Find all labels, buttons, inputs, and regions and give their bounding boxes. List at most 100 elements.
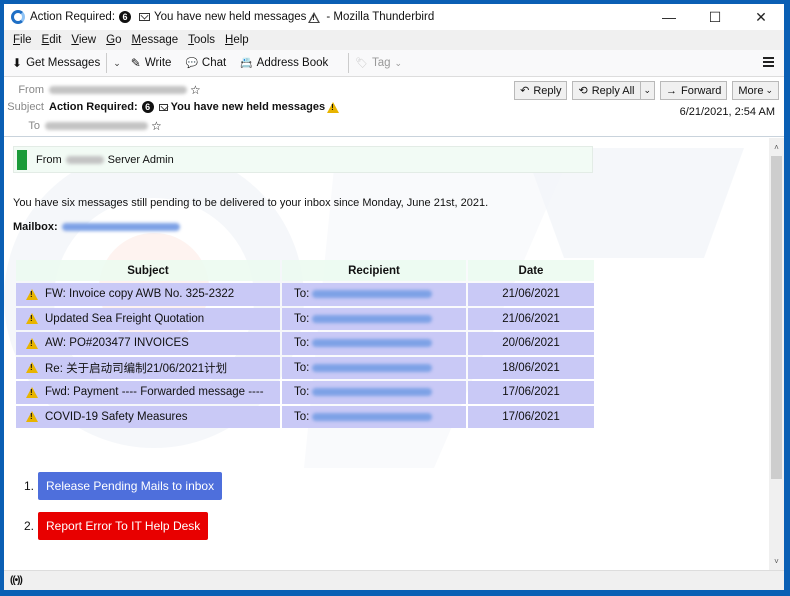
- warning-icon: [26, 362, 38, 374]
- mailbox-address-redacted[interactable]: [61, 223, 180, 231]
- title-prefix: Action Required:: [30, 11, 116, 23]
- warning-icon: [327, 101, 340, 113]
- reply-all-icon: ⟲: [578, 85, 588, 97]
- recipient-cell: To:: [282, 381, 466, 404]
- more-button[interactable]: More ⌄: [732, 81, 779, 100]
- reply-button[interactable]: ↶ Reply: [514, 81, 568, 100]
- envelope-icon: [158, 103, 168, 111]
- table-row: Re: 关于启动司编制21/06/2021计划 To: 18/06/2021: [16, 356, 594, 379]
- subject-cell: FW: Invoice copy AWB No. 325-2322: [16, 283, 280, 306]
- more-label: More: [738, 84, 764, 97]
- mailbox-label: Mailbox:: [13, 221, 58, 233]
- to-label: To:: [294, 312, 310, 325]
- write-button[interactable]: ✎ Write: [131, 56, 172, 70]
- tag-button[interactable]: 🏷 Tag ⌄: [355, 57, 402, 69]
- status-bar: ((•)): [4, 570, 784, 590]
- recipient-address-redacted: [312, 388, 433, 397]
- sender-banner-text: From Server Admin: [36, 154, 174, 166]
- minimize-button[interactable]: —: [646, 4, 692, 30]
- get-messages-label: Get Messages: [26, 57, 101, 69]
- write-label: Write: [144, 57, 172, 69]
- recipient-address-redacted: [312, 412, 433, 421]
- menu-label: o: [115, 34, 122, 46]
- title-suffix: - Mozilla Thunderbird: [326, 11, 435, 23]
- menu-message[interactable]: Message: [126, 34, 183, 46]
- date-cell: 18/06/2021: [468, 356, 594, 379]
- recipient-address-redacted[interactable]: [45, 122, 148, 130]
- subject-cell: COVID-19 Safety Measures: [16, 405, 280, 428]
- column-header-date: Date: [468, 260, 594, 281]
- reply-all-group: ⟲ Reply All ⌄: [572, 81, 656, 100]
- window-title: Action Required: 6 You have new held mes…: [30, 11, 435, 24]
- menu-label: ile: [20, 34, 32, 46]
- action-item: 1. Release Pending Mails to inbox: [4, 472, 223, 500]
- vertical-scrollbar[interactable]: ˄ ˅: [769, 138, 784, 570]
- chevron-down-icon: ⌄: [765, 85, 773, 95]
- message-action-buttons: ↶ Reply ⟲ Reply All ⌄ → Forward More ⌄: [514, 81, 779, 100]
- address-book-button[interactable]: 📇 Address Book: [240, 57, 328, 69]
- tag-icon: 🏷: [355, 57, 368, 69]
- date-cell: 17/06/2021: [468, 381, 594, 404]
- mailbox-line: Mailbox:: [13, 221, 180, 233]
- online-status-icon[interactable]: ((•)): [10, 575, 23, 586]
- reply-icon: ↶: [520, 85, 530, 97]
- scrollbar-thumb[interactable]: [771, 156, 782, 479]
- menu-label: ools: [193, 34, 216, 46]
- maximize-button[interactable]: ☐: [692, 4, 738, 30]
- sender-domain-redacted: [65, 155, 104, 164]
- subject-text: FW: Invoice copy AWB No. 325-2322: [45, 288, 235, 301]
- close-button[interactable]: ✕: [738, 4, 784, 30]
- star-icon[interactable]: ☆: [151, 119, 162, 133]
- date-cell: 17/06/2021: [468, 405, 594, 428]
- sender-address-redacted[interactable]: [49, 86, 187, 94]
- tag-dropdown-icon: ⌄: [394, 57, 403, 68]
- menu-go[interactable]: Go: [101, 34, 126, 46]
- recipient-address-redacted: [312, 290, 433, 299]
- menu-label: dit: [49, 34, 62, 46]
- reply-all-dropdown-icon[interactable]: ⌄: [640, 81, 656, 100]
- app-menu-hamburger-icon[interactable]: [763, 56, 774, 68]
- main-toolbar: ⬇ Get Messages ⌄ ✎ Write 💬 Chat 📇 Addres…: [4, 50, 784, 77]
- star-icon[interactable]: ☆: [190, 83, 201, 97]
- forward-label: Forward: [681, 84, 722, 97]
- menu-view[interactable]: View: [66, 34, 101, 46]
- scroll-down-arrow-icon[interactable]: ˅: [769, 554, 784, 568]
- column-header-subject: Subject: [16, 260, 280, 281]
- to-label: To:: [294, 361, 310, 374]
- menu-edit[interactable]: Edit: [37, 34, 67, 46]
- get-messages-button[interactable]: ⬇ Get Messages: [12, 56, 100, 70]
- to-label: To:: [294, 410, 310, 423]
- table-row: Fwd: Payment ---- Forwarded message ----…: [16, 381, 594, 404]
- scroll-up-arrow-icon[interactable]: ˄: [769, 140, 784, 154]
- message-body: From Server Admin You have six messages …: [4, 138, 769, 570]
- thunderbird-window: Action Required: 6 You have new held mes…: [4, 4, 784, 590]
- from-label: From: [18, 84, 44, 96]
- menu-file[interactable]: File: [8, 34, 37, 46]
- chat-button[interactable]: 💬 Chat: [185, 57, 226, 69]
- get-messages-dropdown-icon[interactable]: ⌄: [113, 58, 121, 69]
- subject-label: Subject: [7, 101, 44, 113]
- subject-cell: AW: PO#203477 INVOICES: [16, 332, 280, 355]
- toolbar-divider: [348, 53, 350, 73]
- message-date: 6/21/2021, 2:54 AM: [679, 106, 775, 118]
- chat-label: Chat: [201, 57, 227, 69]
- menu-tools[interactable]: Tools: [183, 34, 220, 46]
- subject-text: AW: PO#203477 INVOICES: [45, 337, 189, 350]
- from-row: From ☆: [4, 83, 201, 97]
- recipient-address-redacted: [312, 363, 433, 372]
- forward-icon: →: [666, 84, 678, 97]
- intro-text: You have six messages still pending to b…: [13, 197, 489, 209]
- reply-all-button[interactable]: ⟲ Reply All: [572, 81, 641, 100]
- warning-icon: [26, 386, 38, 398]
- green-indicator-bar: [17, 149, 27, 170]
- toolbar-divider: [106, 53, 108, 73]
- warning-icon: [26, 411, 38, 423]
- forward-button[interactable]: → Forward: [660, 81, 728, 100]
- warning-icon: [308, 11, 321, 24]
- report-error-button[interactable]: Report Error To IT Help Desk: [38, 512, 209, 540]
- reply-label: Reply: [533, 84, 562, 97]
- date-cell: 21/06/2021: [468, 283, 594, 306]
- release-pending-mails-button[interactable]: Release Pending Mails to inbox: [38, 472, 223, 500]
- menu-help[interactable]: Help: [220, 34, 254, 46]
- from-name: Server Admin: [107, 153, 174, 166]
